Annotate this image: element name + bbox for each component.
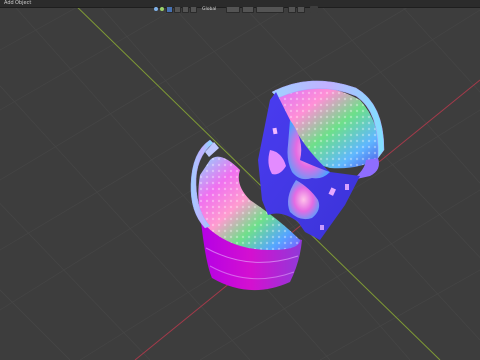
cut-face-notch-3	[345, 184, 349, 190]
3d-viewport[interactable]	[0, 0, 480, 360]
viewport-shading-icon[interactable]	[154, 7, 158, 11]
rendered-icon[interactable]	[190, 6, 197, 13]
overlay-toggle-icon[interactable]	[297, 6, 305, 13]
pivot-point-icon[interactable]	[226, 6, 240, 13]
solid-icon[interactable]	[174, 6, 181, 13]
menu-item-add[interactable]: Add	[4, 0, 14, 7]
viewport-header-tools: Global	[150, 6, 330, 14]
select-mode-icon[interactable]	[166, 6, 173, 13]
gizmo-icon[interactable]	[288, 6, 296, 13]
menu-item-object[interactable]: Object	[15, 0, 31, 7]
sliced-cup-model[interactable]	[190, 80, 385, 291]
filter-icon[interactable]	[310, 6, 318, 13]
cut-face-notch-4	[320, 225, 324, 230]
snap-icon[interactable]	[242, 6, 254, 13]
material-icon[interactable]	[182, 6, 189, 13]
transform-orientation-label[interactable]: Global	[202, 6, 216, 13]
overlay-icon[interactable]	[160, 7, 164, 11]
axis-y-line	[69, 0, 441, 360]
proportional-editing-icon[interactable]	[256, 6, 284, 13]
viewport-grid	[0, 0, 480, 360]
